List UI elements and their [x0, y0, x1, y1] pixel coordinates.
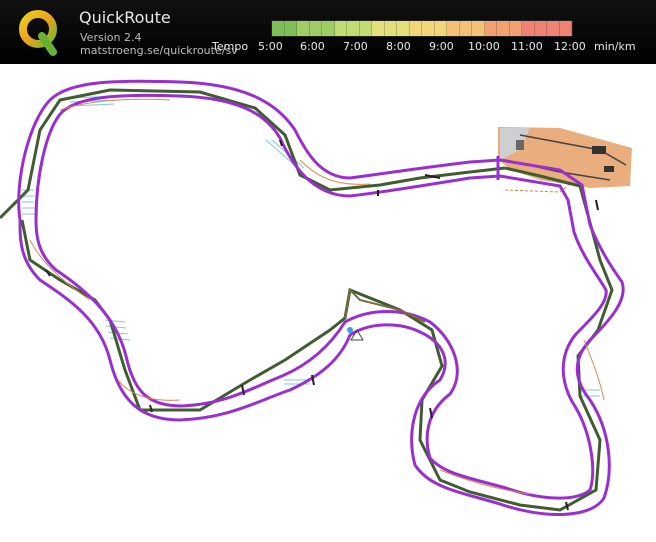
- app-version: Version 2.4: [80, 31, 142, 44]
- legend-title: Tempo: [212, 40, 249, 53]
- legend-segment: [347, 21, 360, 36]
- legend-segment: [309, 21, 322, 36]
- legend-tick: 10:00: [468, 40, 500, 53]
- legend-segment: [359, 21, 372, 36]
- app-title: QuickRoute: [79, 8, 171, 27]
- legend-tick: 5:00: [258, 40, 283, 53]
- pace-legend-bar: [271, 20, 573, 37]
- legend-tick: 6:00: [300, 40, 325, 53]
- legend-segment: [547, 21, 560, 36]
- legend-segment: [372, 21, 385, 36]
- legend-segment: [534, 21, 547, 36]
- legend-segment: [522, 21, 535, 36]
- legend-segment: [484, 21, 497, 36]
- legend-unit: min/km: [594, 40, 636, 53]
- legend-tick: 9:00: [429, 40, 454, 53]
- legend-segment: [559, 21, 572, 36]
- legend-segment: [434, 21, 447, 36]
- legend-segment: [297, 21, 310, 36]
- quickroute-logo-icon: [19, 10, 57, 56]
- legend-tick: 12:00: [554, 40, 586, 53]
- legend-segment: [447, 21, 460, 36]
- orienteering-map[interactable]: [0, 64, 656, 542]
- legend-segment: [322, 21, 335, 36]
- legend-segment: [472, 21, 485, 36]
- legend-segment: [509, 21, 522, 36]
- legend-segment: [397, 21, 410, 36]
- legend-segment: [459, 21, 472, 36]
- app-header: QuickRoute Version 2.4 matstroeng.se/qui…: [0, 0, 656, 64]
- legend-segment: [422, 21, 435, 36]
- legend-segment: [334, 21, 347, 36]
- legend-tick: 11:00: [511, 40, 543, 53]
- legend-tick: 8:00: [386, 40, 411, 53]
- water-point-icon: [347, 327, 353, 333]
- legend-segment: [284, 21, 297, 36]
- legend-segment: [272, 21, 285, 36]
- legend-tick: 7:00: [343, 40, 368, 53]
- legend-segment: [409, 21, 422, 36]
- legend-segment: [384, 21, 397, 36]
- legend-segment: [497, 21, 510, 36]
